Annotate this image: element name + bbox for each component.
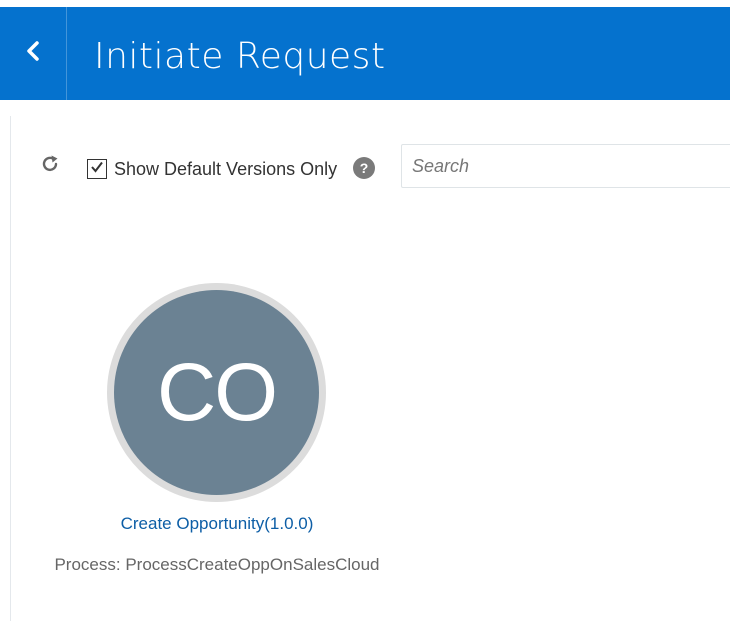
content-border <box>10 116 11 621</box>
avatar-initials: CO <box>114 290 319 495</box>
checkmark-icon <box>90 160 104 179</box>
help-icon[interactable]: ? <box>353 157 375 179</box>
back-button[interactable] <box>0 7 66 100</box>
process-card: CO Create Opportunity(1.0.0) Process: Pr… <box>40 280 394 580</box>
process-card-process-name: Process: ProcessCreateOppOnSalesCloud <box>54 555 380 574</box>
refresh-icon[interactable] <box>38 152 62 176</box>
chevron-left-icon <box>25 40 41 67</box>
header-divider <box>66 7 67 100</box>
show-default-versions-checkbox[interactable] <box>87 159 107 179</box>
window-top-strip <box>0 0 730 7</box>
app-header: Initiate Request <box>0 7 730 100</box>
page-title: Initiate Request <box>94 36 386 77</box>
avatar[interactable]: CO <box>107 283 326 502</box>
search-input[interactable] <box>401 144 730 188</box>
process-card-title-link[interactable]: Create Opportunity(1.0.0) <box>40 513 394 535</box>
show-default-versions-label[interactable]: Show Default Versions Only <box>114 158 337 180</box>
